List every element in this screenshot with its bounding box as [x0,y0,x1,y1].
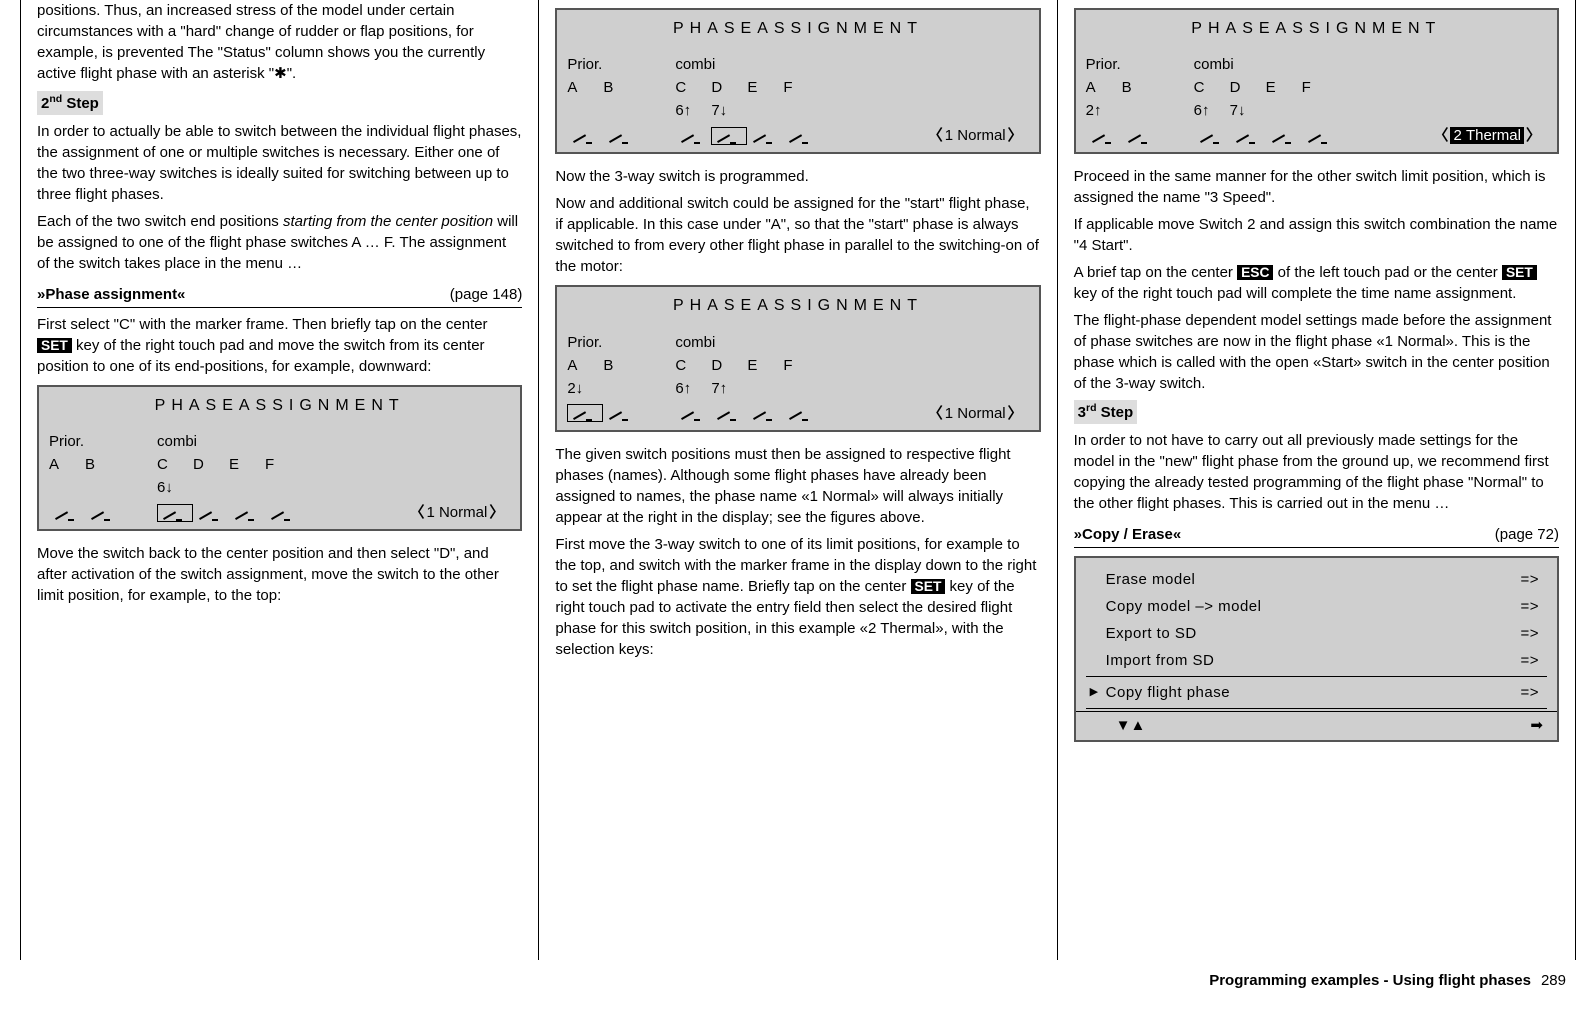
set-key: SET [911,579,946,594]
body-text: In order to not have to carry out all pr… [1074,430,1559,514]
column-2: PHASEASSIGNMENT Prior.combi ABCDEF 6↑7↓ … [539,0,1057,960]
body-text: Proceed in the same manner for the other… [1074,166,1559,208]
phase-tag: 〈1 Normal〉 [403,502,510,523]
switch-icon [265,506,301,520]
menu-item-copy-flight-phase-selected: Copy flight phase=> [1076,679,1557,706]
asterisk-glyph: ✱ [274,66,287,82]
lcd-screen-phase-assignment-1: PHASEASSIGNMENT Prior.combi ABCDEF 6↓ 〈1… [37,385,522,531]
lcd-screen-phase-assignment-4: PHASEASSIGNMENT Prior.combi ABCDEF 2↑6↑7… [1074,8,1559,154]
switch-icon [229,506,265,520]
screen-footer-nav: ▼▲ ➡ [1076,711,1557,740]
menu-item-import-sd: Import from SD=> [1076,647,1557,674]
set-key: SET [37,338,72,353]
phase-tag-thermal: 〈2 Thermal〉 [1427,125,1547,146]
body-text: First move the 3-way switch to one of it… [555,534,1040,660]
body-text: The flight-phase dependent model setting… [1074,310,1559,394]
menu-name: »Phase assignment« [37,284,185,305]
column-3: PHASEASSIGNMENT Prior.combi ABCDEF 2↑6↑7… [1058,0,1576,960]
body-text: The given switch positions must then be … [555,444,1040,528]
menu-item-export-sd: Export to SD=> [1076,620,1557,647]
menu-item-copy-model: Copy model –> model=> [1076,593,1557,620]
column-1: positions. Thus, an increased stress of … [20,0,539,960]
page-ref: (page 72) [1495,524,1559,545]
step-3-heading: 3rd Step [1074,400,1138,424]
body-text: Now and additional switch could be assig… [555,193,1040,277]
switch-icon [85,506,121,520]
footer-title: Programming examples - Using flight phas… [1209,970,1531,991]
esc-key: ESC [1237,265,1273,280]
body-text: Now the 3-way switch is programmed. [555,166,1040,187]
body-text: In order to actually be able to switch b… [37,121,522,205]
body-text: A brief tap on the center ESC of the lef… [1074,262,1559,304]
menu-reference-copy-erase: »Copy / Erase« (page 72) [1074,520,1559,548]
up-down-arrows-icon: ▼▲ [1116,715,1146,736]
body-text: Move the switch back to the center posit… [37,543,522,606]
set-key: SET [1502,265,1537,280]
switch-icon [193,506,229,520]
page-ref: (page 148) [450,284,523,305]
switch-icon-selected [157,504,193,522]
step-2-heading: 2nd Step [37,91,103,115]
menu-reference-phase-assignment: »Phase assignment« (page 148) [37,280,522,308]
body-text: Each of the two switch end positions sta… [37,211,522,274]
page-footer: Programming examples - Using flight phas… [0,960,1596,991]
body-text: First select "C" with the marker frame. … [37,314,522,377]
right-arrow-icon: ➡ [1530,715,1543,736]
screen-title: PHASEASSIGNMENT [49,395,510,417]
menu-name: »Copy / Erase« [1074,524,1182,545]
body-text: If applicable move Switch 2 and assign t… [1074,214,1559,256]
lcd-screen-phase-assignment-3: PHASEASSIGNMENT Prior.combi ABCDEF 2↓6↑7… [555,285,1040,431]
lcd-screen-phase-assignment-2: PHASEASSIGNMENT Prior.combi ABCDEF 6↑7↓ … [555,8,1040,154]
switch-icon [49,506,85,520]
menu-item-erase-model: Erase model=> [1076,566,1557,593]
body-text: positions. Thus, an increased stress of … [37,0,522,85]
page-number: 289 [1541,970,1566,991]
lcd-screen-copy-erase: Erase model=> Copy model –> model=> Expo… [1074,556,1559,742]
